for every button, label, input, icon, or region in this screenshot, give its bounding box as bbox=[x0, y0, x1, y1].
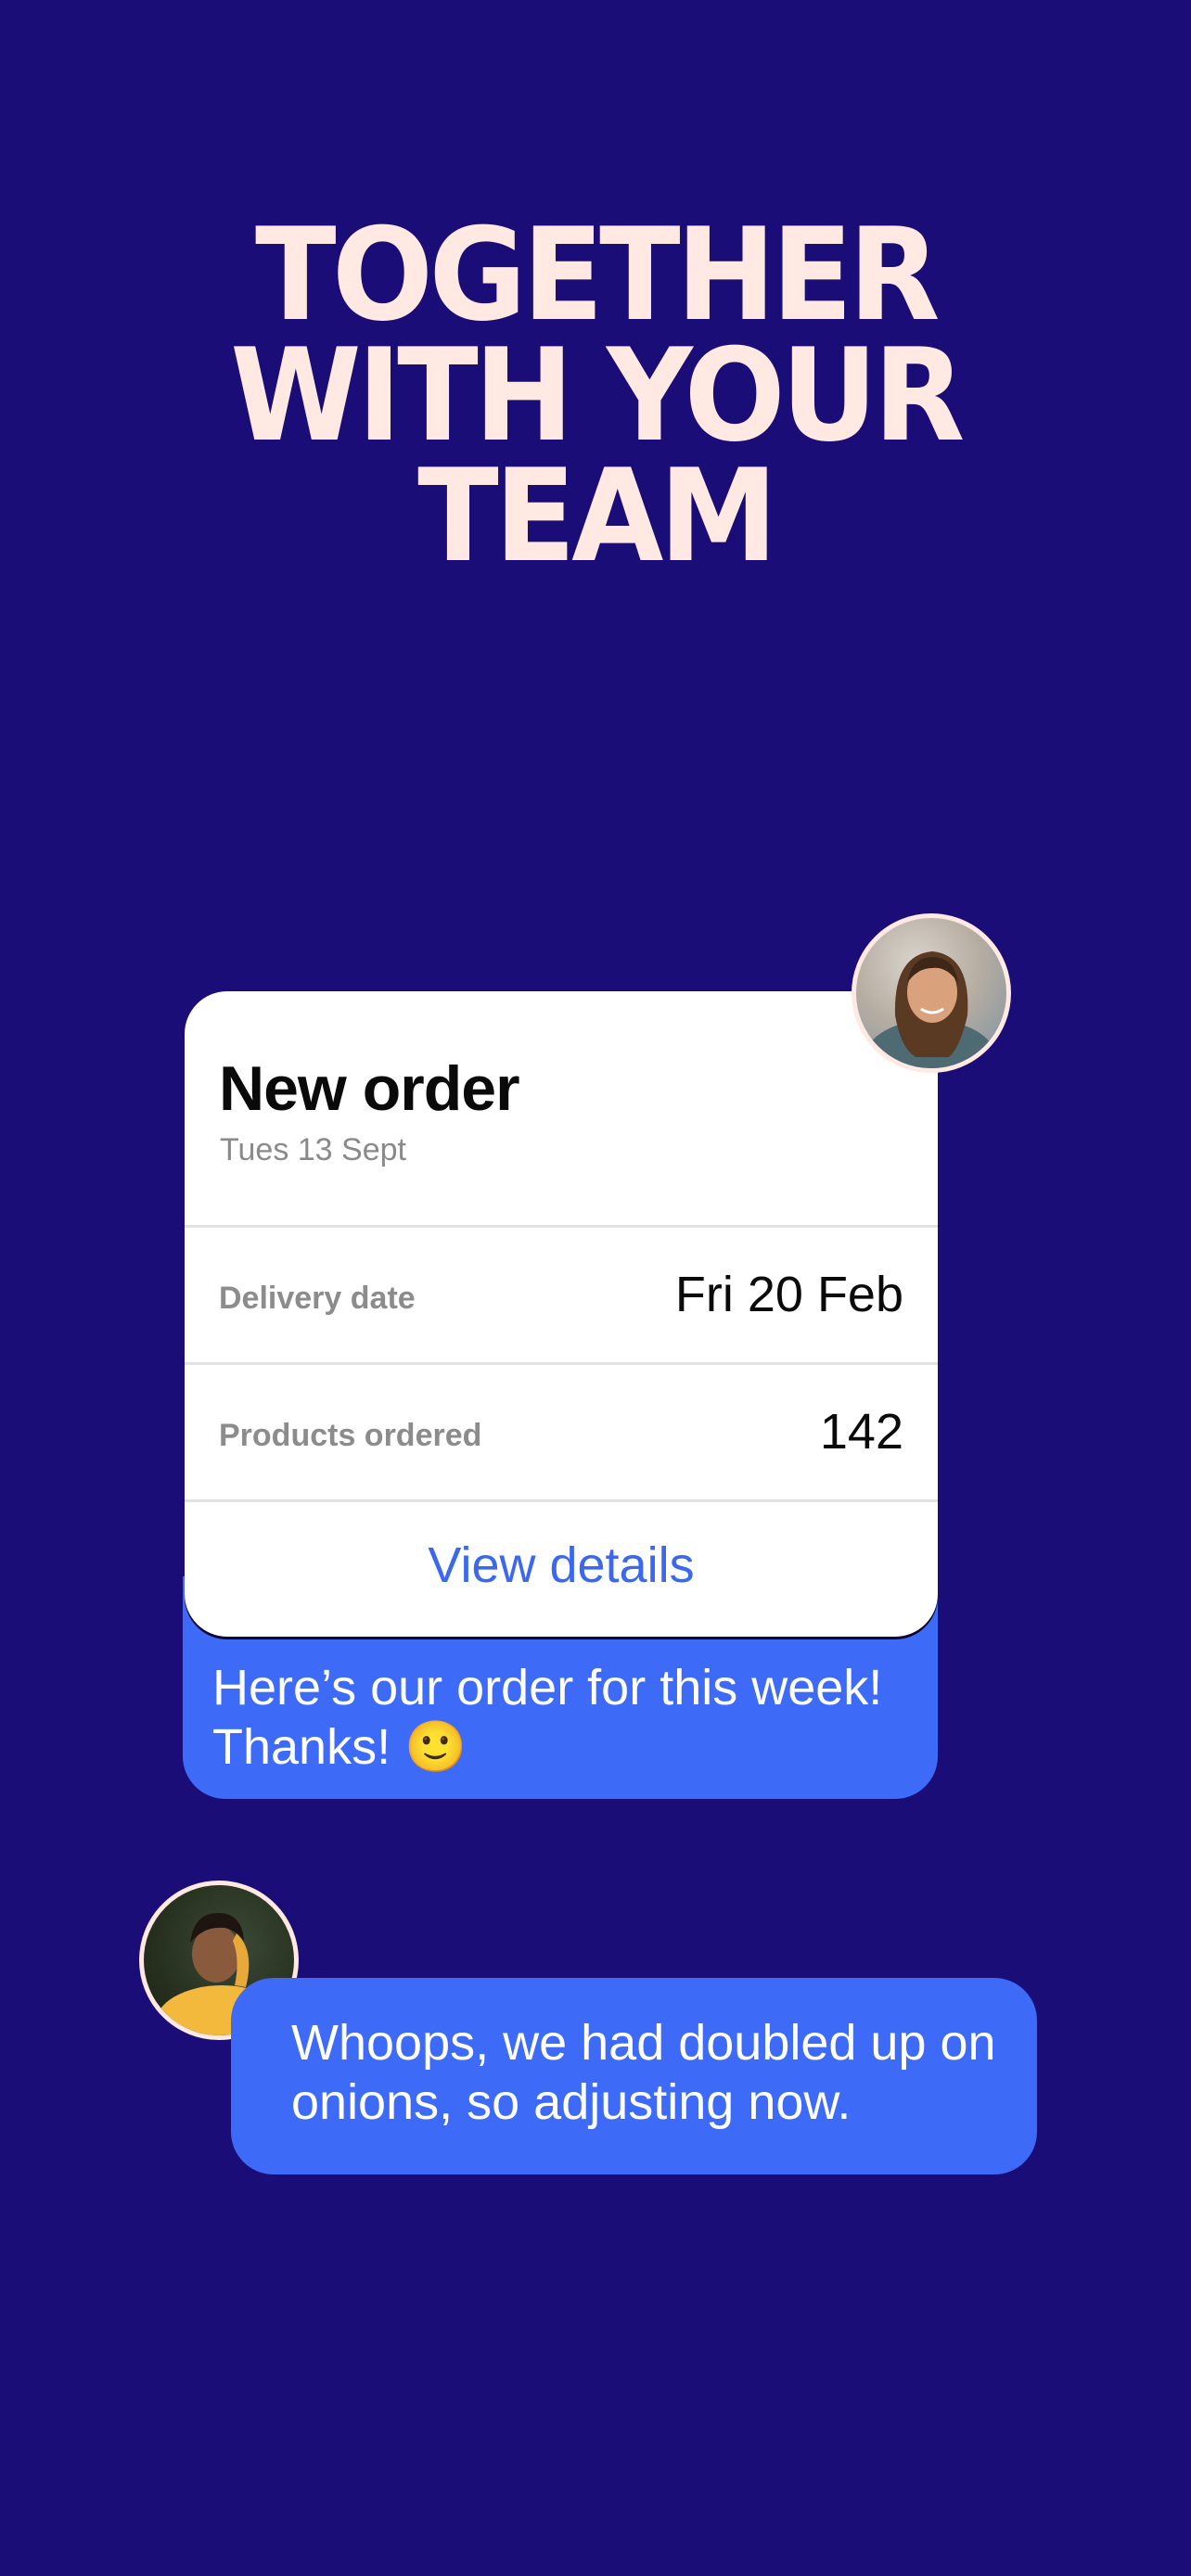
reply-message-bubble: Whoops, we had doubled up on onions, so … bbox=[231, 1978, 1037, 2174]
order-card: New order Tues 13 Sept Delivery date Fri… bbox=[185, 991, 938, 1637]
view-details-button[interactable]: View details bbox=[185, 1537, 938, 1594]
order-message-text: Here’s our order for this week! Thanks! … bbox=[212, 1660, 883, 1775]
headline-line-1: TOGETHER bbox=[255, 200, 941, 350]
divider bbox=[185, 1225, 938, 1228]
headline: TOGETHER WITH YOUR TEAM bbox=[42, 200, 1149, 591]
divider bbox=[185, 1499, 938, 1502]
delivery-date-label: Delivery date bbox=[219, 1281, 416, 1316]
products-ordered-label: Products ordered bbox=[219, 1418, 482, 1453]
order-card-date: Tues 13 Sept bbox=[220, 1132, 406, 1167]
sender-avatar[interactable] bbox=[852, 913, 1011, 1073]
woman-portrait-icon bbox=[865, 951, 995, 1068]
headline-line-3: TEAM bbox=[417, 441, 777, 591]
products-ordered-value: 142 bbox=[819, 1404, 903, 1460]
delivery-date-value: Fri 20 Feb bbox=[674, 1267, 903, 1322]
reply-message-text: Whoops, we had doubled up on onions, so … bbox=[291, 2015, 996, 2130]
divider bbox=[185, 1362, 938, 1365]
headline-line-2: WITH YOUR bbox=[230, 321, 965, 470]
order-card-title: New order bbox=[219, 1053, 520, 1124]
